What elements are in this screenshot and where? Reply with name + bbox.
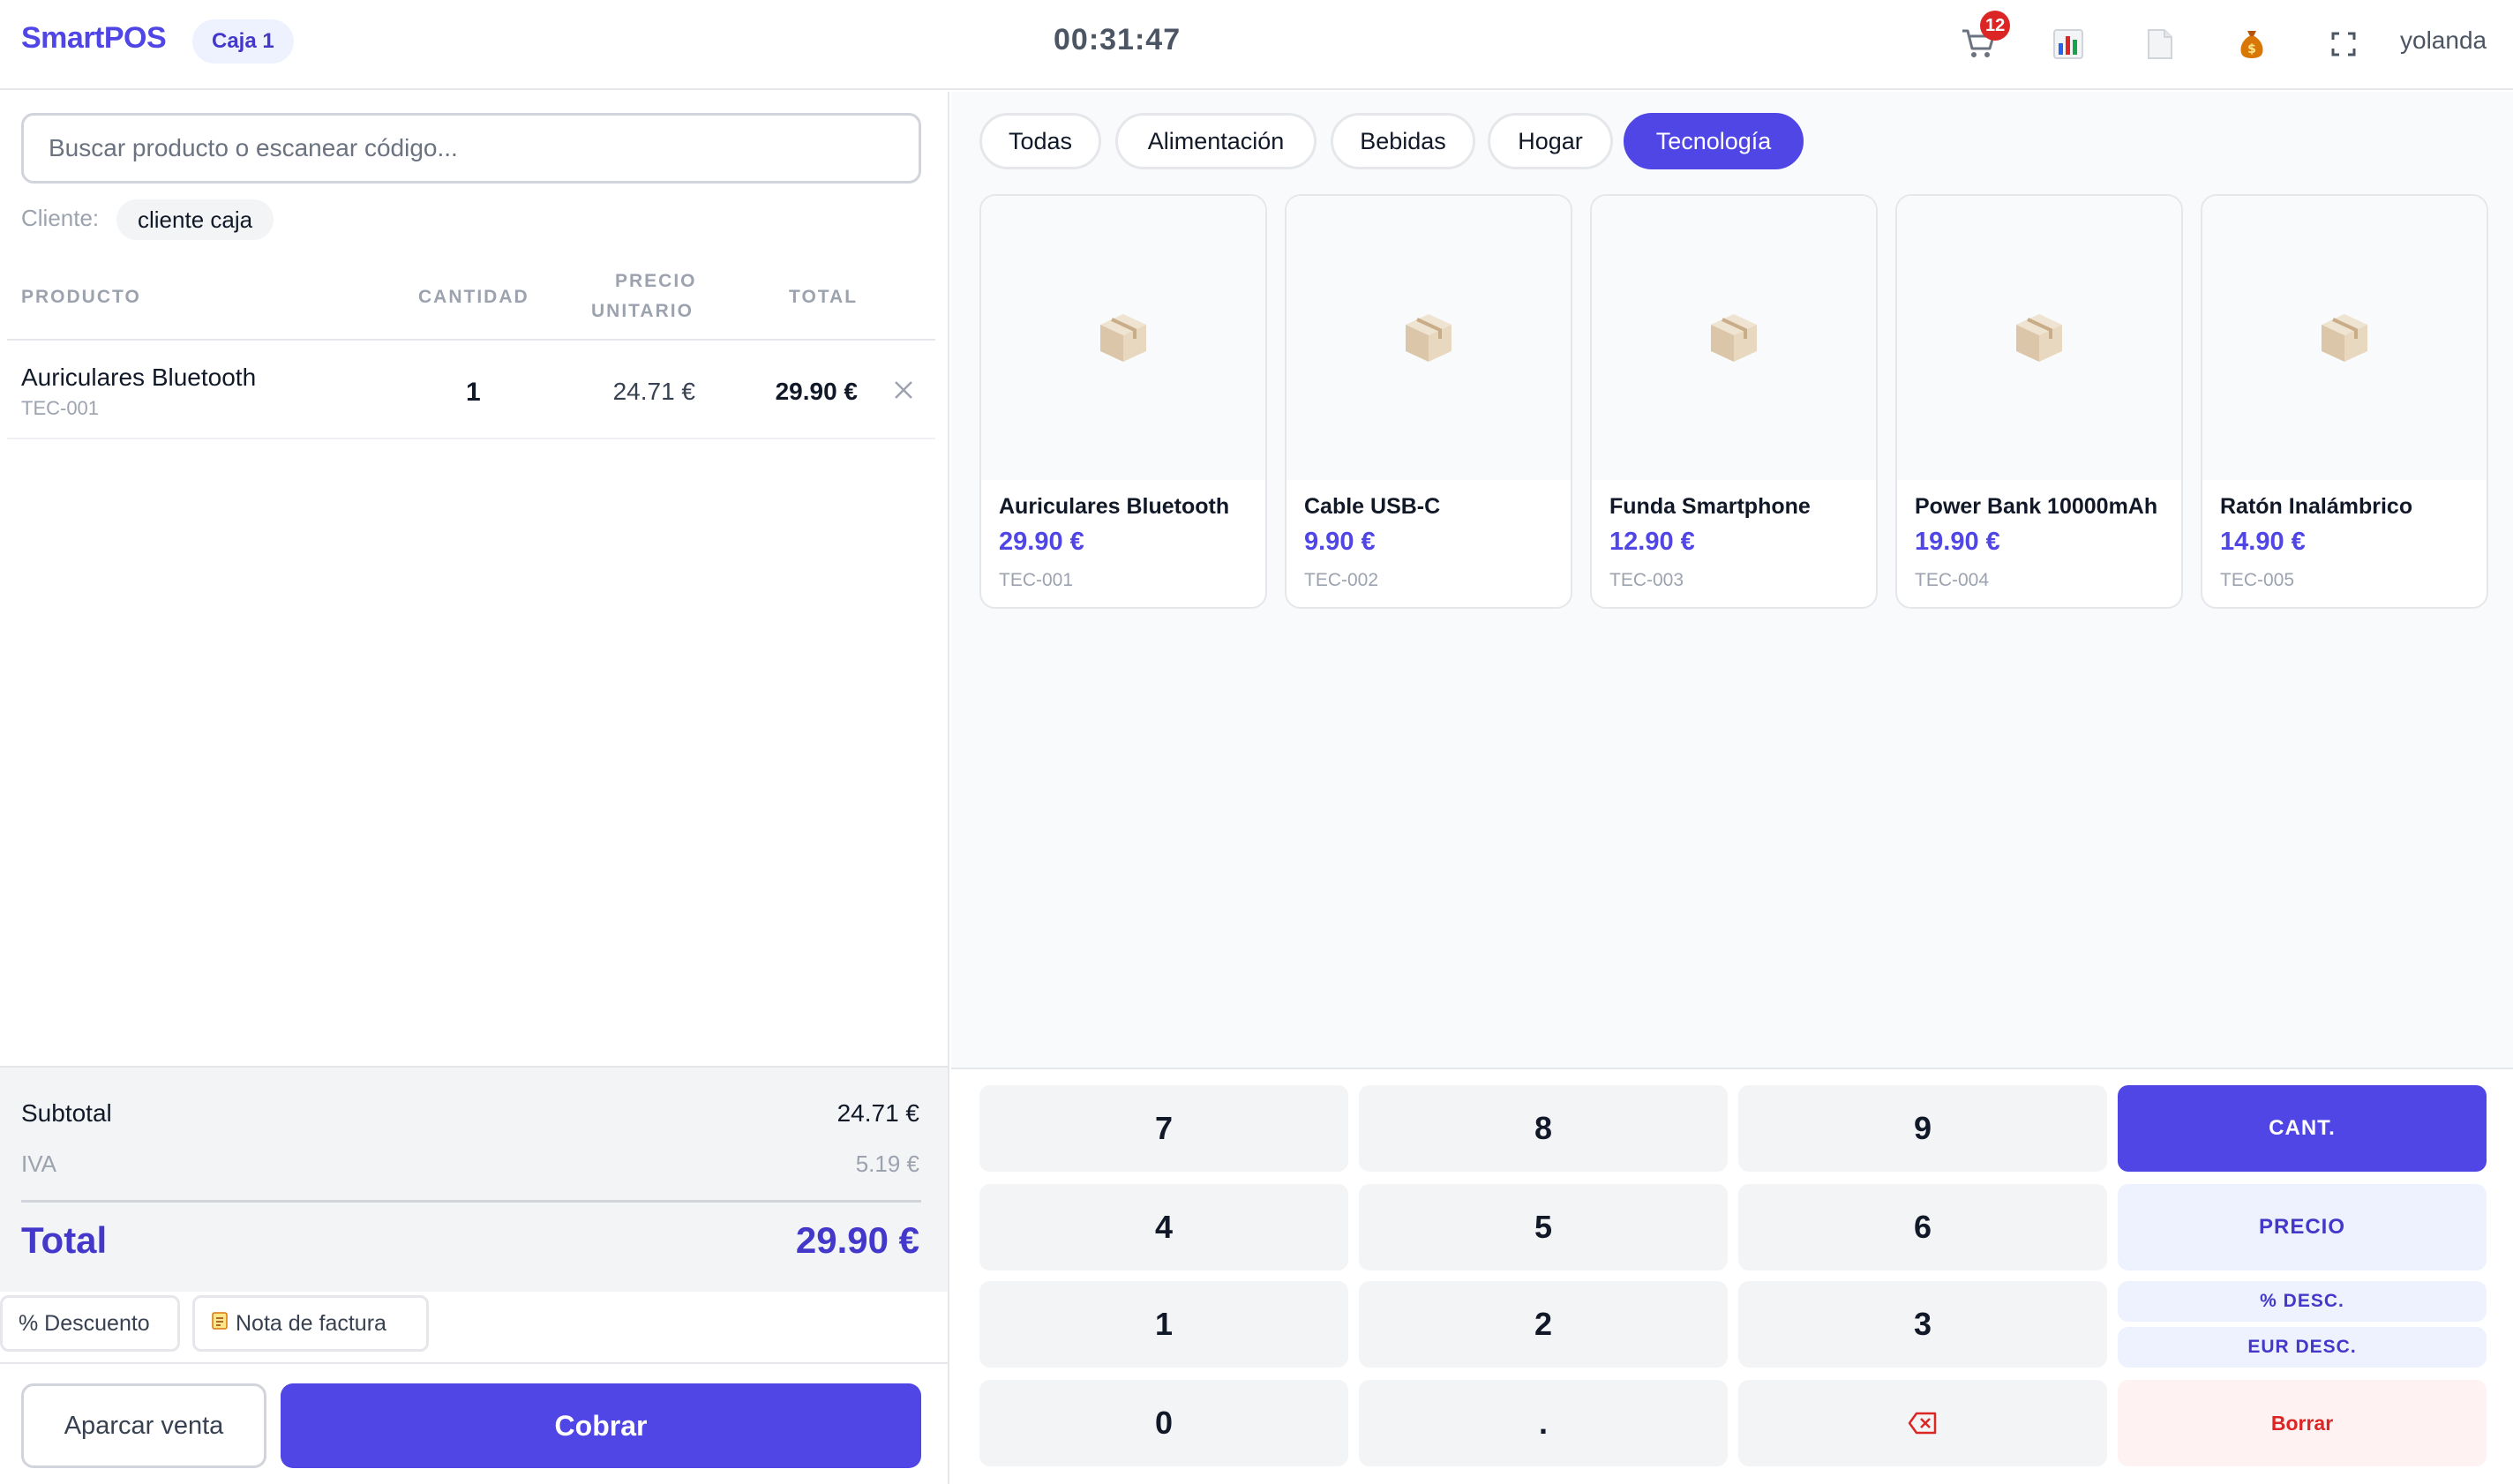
discount-button[interactable]: % Descuento	[0, 1295, 180, 1352]
column-header-product: PRODUCTO	[21, 287, 141, 307]
invoice-note-button[interactable]: Nota de factura	[192, 1295, 429, 1352]
catalog-panel: Todas Alimentación Bebidas Hogar Tecnolo…	[951, 92, 2513, 1484]
line-quantity[interactable]: 1	[466, 378, 481, 408]
totals-summary: Subtotal 24.71 € IVA 5.19 € Total 29.90 …	[0, 1066, 948, 1292]
product-price: 14.90 €	[2220, 528, 2306, 556]
product-name: Cable USB-C	[1304, 494, 1441, 519]
subtotal-value: 24.71 €	[836, 1099, 919, 1127]
session-clock: 00:31:47	[1054, 23, 1181, 56]
client-selector[interactable]: cliente caja	[116, 199, 274, 240]
product-sku: TEC-003	[1609, 570, 1684, 590]
key-5[interactable]: 5	[1359, 1184, 1728, 1270]
product-name: Ratón Inalámbrico	[2220, 494, 2413, 519]
product-sku: TEC-004	[1915, 570, 1990, 590]
product-card-tec-004[interactable]: Power Bank 10000mAh 19.90 € TEC-004	[1895, 194, 2183, 609]
column-header-total: TOTAL	[789, 287, 859, 307]
invoice-note-label: Nota de factura	[236, 1310, 386, 1336]
line-product-sku: TEC-001	[21, 397, 100, 419]
line-unit-price: 24.71 €	[612, 378, 695, 405]
remove-line-icon[interactable]	[886, 372, 921, 408]
backspace-button[interactable]	[1738, 1380, 2107, 1466]
table-row[interactable]: Auriculares Bluetooth TEC-001 1 24.71 € …	[7, 341, 935, 439]
quantity-mode-button[interactable]: CANT.	[2118, 1085, 2487, 1172]
backspace-icon	[1908, 1412, 1937, 1435]
category-tab-todas[interactable]: Todas	[979, 113, 1101, 169]
key-7[interactable]: 7	[979, 1085, 1348, 1172]
clear-button[interactable]: Borrar	[2118, 1380, 2487, 1466]
percent-discount-button[interactable]: % DESC.	[2118, 1281, 2487, 1322]
category-tab-hogar[interactable]: Hogar	[1488, 113, 1613, 169]
ticket-panel: Cliente: cliente caja PRODUCTO CANTIDAD …	[0, 92, 949, 1484]
key-2[interactable]: 2	[1359, 1281, 1728, 1368]
column-header-unit-price-line1: PRECIO	[615, 271, 697, 291]
svg-text:$: $	[2247, 42, 2256, 56]
key-4[interactable]: 4	[979, 1184, 1348, 1270]
product-card-tec-005[interactable]: Ratón Inalámbrico 14.90 € TEC-005	[2201, 194, 2488, 609]
product-name: Power Bank 10000mAh	[1915, 494, 2158, 519]
key-decimal[interactable]: .	[1359, 1380, 1728, 1466]
brand-logo: SmartPOS	[21, 21, 167, 55]
money-bag-icon[interactable]: $	[2227, 19, 2277, 69]
chart-icon[interactable]	[2044, 19, 2093, 69]
product-search-input[interactable]	[21, 113, 921, 184]
package-icon	[2202, 196, 2487, 480]
product-price: 29.90 €	[999, 528, 1084, 556]
pay-button[interactable]: Cobrar	[281, 1383, 921, 1468]
key-6[interactable]: 6	[1738, 1184, 2107, 1270]
key-9[interactable]: 9	[1738, 1085, 2107, 1172]
product-card-tec-003[interactable]: Funda Smartphone 12.90 € TEC-003	[1590, 194, 1878, 609]
product-card-tec-001[interactable]: Auriculares Bluetooth 29.90 € TEC-001	[979, 194, 1267, 609]
key-8[interactable]: 8	[1359, 1085, 1728, 1172]
column-header-quantity: CANTIDAD	[418, 287, 529, 307]
numeric-keypad: 7 8 9 CANT. 4 5 6 PRECIO 1 2 3 % DESC. E…	[951, 1068, 2513, 1484]
product-sku: TEC-005	[2220, 570, 2295, 590]
subtotal-label: Subtotal	[21, 1099, 112, 1127]
key-1[interactable]: 1	[979, 1281, 1348, 1368]
fullscreen-icon[interactable]	[2319, 19, 2368, 69]
register-badge: Caja 1	[192, 19, 294, 64]
category-tab-tecnologia[interactable]: Tecnología	[1624, 113, 1804, 169]
memo-icon	[211, 1311, 230, 1337]
product-name: Auriculares Bluetooth	[999, 494, 1230, 519]
actions-divider	[0, 1362, 948, 1364]
line-total: 29.90 €	[775, 378, 858, 405]
product-name: Funda Smartphone	[1609, 494, 1811, 519]
tax-label: IVA	[21, 1150, 56, 1177]
total-label: Total	[21, 1219, 108, 1261]
user-name[interactable]: yolanda	[2400, 26, 2487, 55]
package-icon	[981, 196, 1265, 480]
client-label: Cliente:	[21, 205, 100, 231]
product-price: 12.90 €	[1609, 528, 1695, 556]
product-card-tec-002[interactable]: Cable USB-C 9.90 € TEC-002	[1285, 194, 1572, 609]
category-tab-alimentacion[interactable]: Alimentación	[1115, 113, 1317, 169]
product-sku: TEC-001	[999, 570, 1074, 590]
package-icon	[1592, 196, 1876, 480]
line-product-name: Auriculares Bluetooth	[21, 364, 257, 391]
park-sale-button[interactable]: Aparcar venta	[21, 1383, 266, 1468]
price-mode-button[interactable]: PRECIO	[2118, 1184, 2487, 1270]
top-bar: SmartPOS Caja 1 00:31:47 12 $ yolanda	[0, 0, 2513, 90]
column-header-unit-price-line2: UNITARIO	[591, 301, 694, 321]
product-price: 19.90 €	[1915, 528, 2000, 556]
document-icon[interactable]	[2135, 19, 2185, 69]
key-3[interactable]: 3	[1738, 1281, 2107, 1368]
category-tab-bebidas[interactable]: Bebidas	[1331, 113, 1475, 169]
package-icon	[1897, 196, 2181, 480]
product-price: 9.90 €	[1304, 528, 1376, 556]
summary-divider	[21, 1200, 921, 1203]
tax-value: 5.19 €	[855, 1150, 919, 1177]
key-0[interactable]: 0	[979, 1380, 1348, 1466]
total-value: 29.90 €	[795, 1219, 919, 1261]
cart-count-badge: 12	[1980, 11, 2011, 41]
package-icon	[1287, 196, 1571, 480]
product-sku: TEC-002	[1304, 570, 1379, 590]
discount-button-label: % Descuento	[19, 1310, 150, 1336]
euro-discount-button[interactable]: EUR DESC.	[2118, 1327, 2487, 1368]
